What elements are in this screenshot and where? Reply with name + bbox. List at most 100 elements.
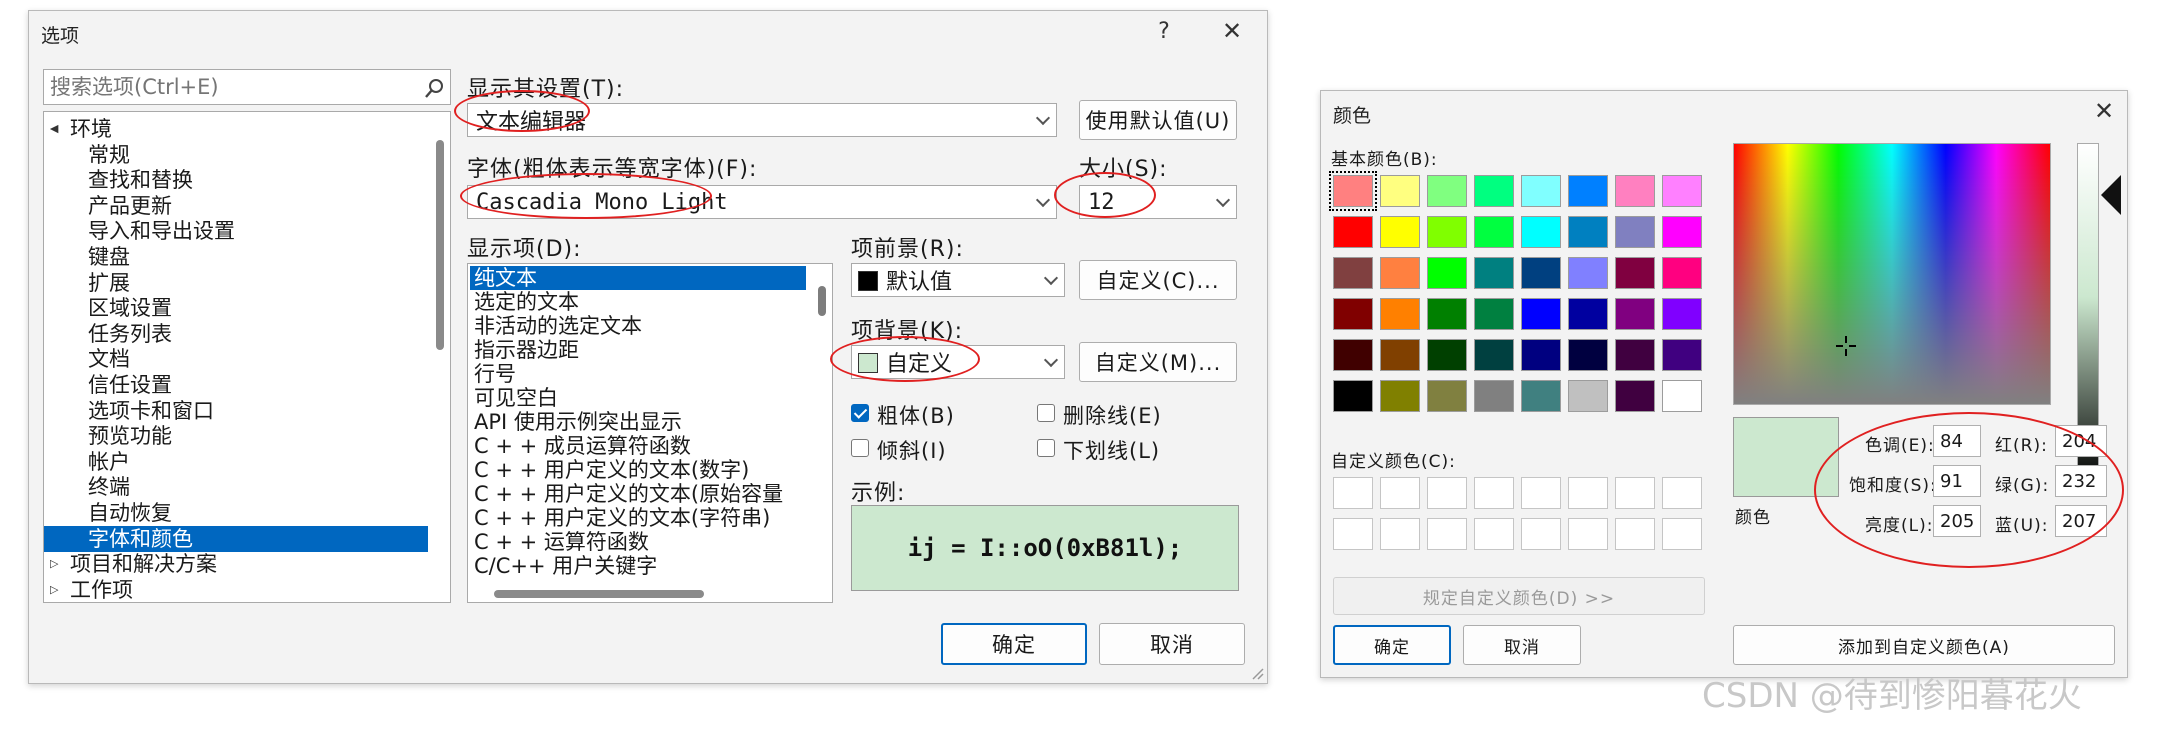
basic-color-swatch[interactable] <box>1662 380 1702 412</box>
tree-item[interactable]: 字体和颜色 <box>44 525 428 552</box>
basic-color-swatch[interactable] <box>1521 298 1561 330</box>
expanded-arrow-icon[interactable]: ▲ <box>44 125 67 133</box>
basic-color-swatch[interactable] <box>1380 380 1420 412</box>
basic-color-swatch[interactable] <box>1662 216 1702 248</box>
lum-input[interactable]: 205 <box>1933 505 1981 537</box>
tree-item[interactable]: 常规 <box>44 142 428 168</box>
use-default-button[interactable]: 使用默认值(U) <box>1079 100 1237 140</box>
display-item[interactable]: 选定的文本 <box>470 290 806 314</box>
custom-color-swatch[interactable] <box>1568 477 1608 509</box>
basic-color-swatch[interactable] <box>1474 175 1514 207</box>
basic-color-swatch[interactable] <box>1329 171 1377 211</box>
cancel-button[interactable]: 取消 <box>1099 623 1245 665</box>
custom-color-swatch[interactable] <box>1521 518 1561 550</box>
basic-color-swatch[interactable] <box>1380 175 1420 207</box>
tree-scrollbar[interactable] <box>436 140 444 350</box>
underline-checkbox[interactable] <box>1037 439 1055 457</box>
strike-checkbox[interactable] <box>1037 404 1055 422</box>
tree-item[interactable]: 任务列表 <box>44 321 428 347</box>
custom-color-swatch[interactable] <box>1568 518 1608 550</box>
size-combo[interactable]: 12 <box>1079 185 1237 219</box>
display-item[interactable]: C + + 用户定义的文本(数字) <box>470 458 806 482</box>
custom-color-swatch[interactable] <box>1474 518 1514 550</box>
color-ok-button[interactable]: 确定 <box>1333 625 1451 665</box>
tree-item[interactable]: 扩展 <box>44 270 428 296</box>
basic-color-swatch[interactable] <box>1615 298 1655 330</box>
bold-checkbox[interactable] <box>851 404 869 422</box>
basic-color-swatch[interactable] <box>1568 298 1608 330</box>
custom-color-swatch[interactable] <box>1427 477 1467 509</box>
collapsed-arrow-icon[interactable]: ▷ <box>50 577 58 602</box>
define-custom-button[interactable]: 规定自定义颜色(D) >> <box>1333 577 1705 615</box>
tree-item[interactable]: 选项卡和窗口 <box>44 398 428 424</box>
basic-color-swatch[interactable] <box>1615 175 1655 207</box>
custom-color-swatch[interactable] <box>1521 477 1561 509</box>
tree-item[interactable]: 终端 <box>44 474 428 500</box>
tree-item[interactable]: 信任设置 <box>44 372 428 398</box>
show-settings-combo[interactable]: 文本编辑器 <box>467 103 1057 137</box>
custom-color-swatch[interactable] <box>1662 518 1702 550</box>
red-input[interactable]: 204 <box>2055 425 2107 457</box>
custom-color-swatch[interactable] <box>1333 477 1373 509</box>
color-spectrum[interactable] <box>1733 143 2051 405</box>
custom-c-button[interactable]: 自定义(C)... <box>1079 260 1237 300</box>
fg-combo[interactable]: 默认值 <box>851 263 1065 297</box>
basic-color-swatch[interactable] <box>1662 339 1702 371</box>
green-input[interactable]: 232 <box>2055 465 2107 497</box>
custom-m-button[interactable]: 自定义(M)... <box>1079 342 1237 382</box>
custom-color-swatch[interactable] <box>1380 477 1420 509</box>
basic-color-swatch[interactable] <box>1474 257 1514 289</box>
basic-color-swatch[interactable] <box>1333 257 1373 289</box>
basic-color-swatch[interactable] <box>1521 339 1561 371</box>
basic-color-swatch[interactable] <box>1474 339 1514 371</box>
custom-color-swatch[interactable] <box>1380 518 1420 550</box>
italic-checkbox[interactable] <box>851 439 869 457</box>
tree-item[interactable]: ▷ 项目和解决方案 <box>44 551 428 577</box>
basic-color-swatch[interactable] <box>1333 216 1373 248</box>
display-item[interactable]: API 使用示例突出显示 <box>470 410 806 434</box>
basic-color-swatch[interactable] <box>1568 216 1608 248</box>
tree-item[interactable]: 查找和替换 <box>44 167 428 193</box>
basic-color-swatch[interactable] <box>1427 380 1467 412</box>
basic-color-swatch[interactable] <box>1521 380 1561 412</box>
custom-color-swatch[interactable] <box>1427 518 1467 550</box>
basic-color-swatch[interactable] <box>1380 257 1420 289</box>
close-button[interactable]: ✕ <box>1215 17 1249 51</box>
basic-color-swatch[interactable] <box>1568 339 1608 371</box>
basic-color-swatch[interactable] <box>1615 339 1655 371</box>
display-items-list[interactable]: 纯文本 选定的文本 非活动的选定文本 指示器边距 行号 可见空白 API 使用示例突出显示 C… <box>467 263 833 603</box>
tree-item[interactable]: 键盘 <box>44 244 428 270</box>
custom-color-swatch[interactable] <box>1615 477 1655 509</box>
basic-color-swatch[interactable] <box>1333 339 1373 371</box>
basic-color-swatch[interactable] <box>1662 257 1702 289</box>
basic-color-swatch[interactable] <box>1427 216 1467 248</box>
basic-color-swatch[interactable] <box>1521 257 1561 289</box>
tree-item[interactable]: 文档 <box>44 346 428 372</box>
help-button[interactable]: ? <box>1149 19 1179 49</box>
resize-grip-icon[interactable] <box>1251 667 1265 681</box>
display-item[interactable]: C + + 成员运算符函数 <box>470 434 806 458</box>
basic-color-swatch[interactable] <box>1427 298 1467 330</box>
options-tree[interactable]: ▲ 环境 常规 查找和替换 产品更新 导入和导出设置 键盘 扩展 区域设置 任务列表 文档 信任设置选… <box>43 111 451 603</box>
basic-color-swatch[interactable] <box>1615 257 1655 289</box>
tree-item[interactable]: ▷ 工作项 <box>44 577 428 602</box>
basic-color-swatch[interactable] <box>1615 216 1655 248</box>
tree-item[interactable]: 自动恢复 <box>44 500 428 526</box>
basic-color-swatch[interactable] <box>1474 298 1514 330</box>
search-box[interactable] <box>43 69 451 105</box>
collapsed-arrow-icon[interactable]: ▷ <box>50 551 58 577</box>
color-cancel-button[interactable]: 取消 <box>1463 625 1581 665</box>
basic-color-swatch[interactable] <box>1427 257 1467 289</box>
display-item[interactable]: C + + 用户定义的文本(字符串) <box>470 506 806 530</box>
basic-color-swatch[interactable] <box>1521 216 1561 248</box>
list-hscroll[interactable] <box>494 590 704 598</box>
basic-color-swatch[interactable] <box>1333 298 1373 330</box>
tree-item[interactable]: 产品更新 <box>44 193 428 219</box>
display-item[interactable]: C/C++ 用户关键字 <box>470 554 806 578</box>
custom-color-swatch[interactable] <box>1474 477 1514 509</box>
basic-color-swatch[interactable] <box>1427 175 1467 207</box>
tree-item[interactable]: 预览功能 <box>44 423 428 449</box>
basic-color-swatch[interactable] <box>1662 175 1702 207</box>
display-item[interactable]: 纯文本 <box>470 266 806 290</box>
custom-color-swatch[interactable] <box>1333 518 1373 550</box>
